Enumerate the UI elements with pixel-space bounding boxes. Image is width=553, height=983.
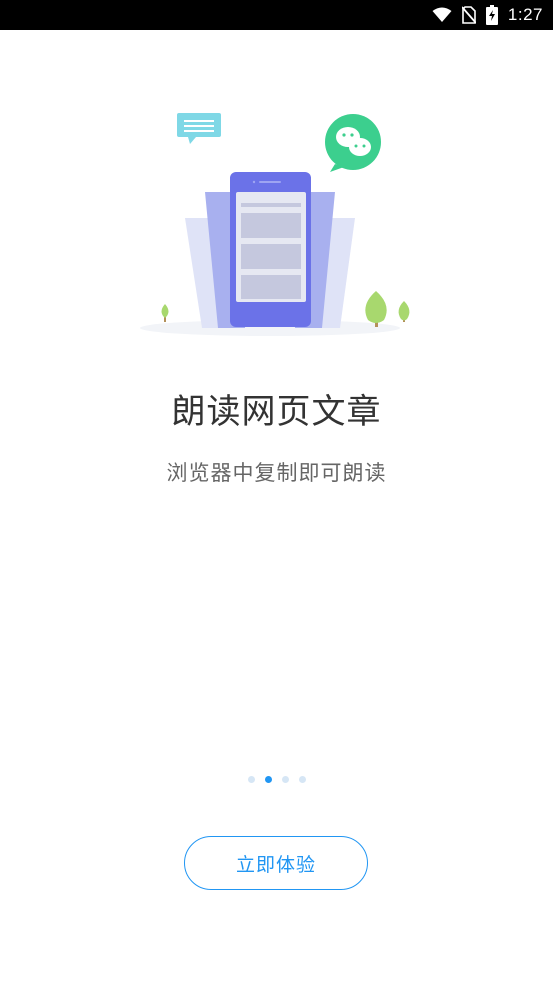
phone-camera [252,180,256,184]
page-dot-1[interactable] [247,776,255,783]
screen-card-3 [241,275,301,299]
onboarding-subtitle: 浏览器中复制即可朗读 [166,461,387,485]
screen-card-2 [241,244,301,269]
status-time: 1:27 [507,5,543,24]
tree-right-large [365,291,387,327]
status-icons: 1:27 [432,0,543,30]
onboarding-title: 朗读网页文章 [171,392,382,432]
tree-left [161,304,169,322]
page-dot-2-active[interactable] [264,776,272,783]
page-dot-4[interactable] [298,776,306,783]
no-sim-icon [461,6,476,24]
page-indicator [0,776,553,783]
screen-card-1 [241,213,301,238]
battery-charging-icon [485,5,498,25]
status-bar: 1:27 [0,0,553,30]
wifi-icon [432,7,452,22]
phone-speaker [259,181,281,183]
wechat-bubble-icon [325,114,381,172]
tree-right-small [398,301,410,322]
screen-line [241,203,301,207]
message-bubble-icon [177,113,221,144]
onboarding-illustration [140,113,410,336]
try-now-label: 立即体验 [235,853,316,876]
try-now-button[interactable]: 立即体验 [184,836,368,890]
page-dot-3[interactable] [281,776,289,783]
